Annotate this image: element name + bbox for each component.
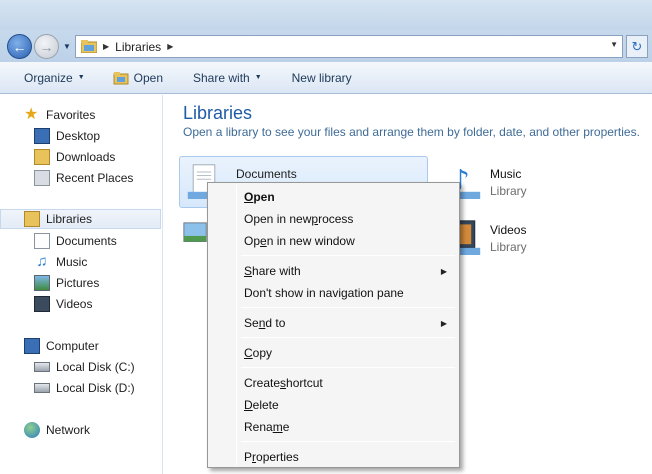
open-button[interactable]: Open <box>113 62 163 94</box>
menu-item-open-new-window[interactable]: Op e n in new window <box>210 230 457 252</box>
nav-label: Local Disk (D:) <box>56 381 135 395</box>
nav-label: Documents <box>56 234 117 248</box>
menu-separator <box>241 367 455 368</box>
downloads-folder-icon <box>34 149 50 165</box>
libraries-folder-icon <box>81 40 97 53</box>
new-library-label: New library <box>291 70 352 85</box>
address-bar[interactable]: ▶ Libraries ▶ ▼ <box>75 35 623 58</box>
network-globe-icon <box>24 422 40 438</box>
chevron-down-icon: ▼ <box>77 74 85 81</box>
organize-label: Organize <box>24 70 73 85</box>
menu-separator <box>241 337 455 338</box>
menu-item-rename[interactable]: Rena m e <box>210 416 457 438</box>
menu-separator <box>241 441 455 442</box>
menu-item-open[interactable]: Open <box>210 186 457 208</box>
star-icon: ★ <box>24 106 39 123</box>
nav-label: Recent Places <box>56 171 134 185</box>
title-bar <box>0 0 652 30</box>
nav-downloads[interactable]: Downloads <box>34 147 115 167</box>
menu-item-send-to[interactable]: Se n d to ▶ <box>210 312 457 334</box>
menu-separator <box>241 307 455 308</box>
nav-label: Network <box>46 423 91 437</box>
nav-documents[interactable]: Documents <box>34 231 117 251</box>
menu-item-open-new-process[interactable]: Open in new p rocess <box>210 208 457 230</box>
menu-separator <box>241 255 455 256</box>
hard-drive-icon <box>34 383 50 393</box>
nav-local-disk-c[interactable]: Local Disk (C:) <box>34 357 135 377</box>
menu-item-properties[interactable]: Pr operties <box>210 446 457 468</box>
menu-item-copy[interactable]: Copy <box>210 342 457 364</box>
nav-libraries[interactable]: Libraries <box>0 209 161 229</box>
pictures-icon <box>34 275 50 291</box>
nav-desktop[interactable]: Desktop <box>34 126 100 146</box>
menu-item-share-with[interactable]: Share with ▶ <box>210 260 457 282</box>
chevron-down-icon: ▼ <box>254 74 262 81</box>
refresh-icon: ↻ <box>631 38 643 54</box>
command-bar: Organize ▼ Open Share with ▼ New library <box>0 62 652 94</box>
context-menu: Open Open in new p rocess Op e n in new win… <box>207 182 460 468</box>
menu-item-create-shortcut[interactable]: Create s hortcut <box>210 372 457 394</box>
open-folder-icon <box>113 71 129 84</box>
forward-arrow-icon: → <box>39 38 54 55</box>
library-kind: Library <box>490 240 527 254</box>
new-library-button[interactable]: New library <box>292 62 352 94</box>
recent-places-icon <box>34 170 50 186</box>
hard-drive-icon <box>34 362 50 372</box>
library-name: Documents <box>236 167 297 181</box>
documents-icon <box>34 233 50 249</box>
nav-label: Desktop <box>56 129 101 143</box>
nav-label: Music <box>56 255 88 269</box>
back-button[interactable]: ← <box>7 34 32 59</box>
videos-filmstrip-icon <box>34 296 50 312</box>
nav-pictures[interactable]: Pictures <box>34 273 99 293</box>
nav-music[interactable]: ♫ Music <box>34 252 87 272</box>
refresh-button[interactable]: ↻ <box>626 35 648 58</box>
breadcrumb-libraries[interactable]: Libraries <box>115 40 161 54</box>
nav-label: Computer <box>46 339 99 353</box>
organize-button[interactable]: Organize ▼ <box>24 62 85 94</box>
share-with-button[interactable]: Share with ▼ <box>193 62 262 94</box>
library-kind: Library <box>490 184 527 198</box>
computer-icon <box>24 338 40 354</box>
nav-label: Videos <box>56 297 93 311</box>
address-row: ← → ▼ ▶ Libraries ▶ ▼ ↻ <box>0 30 652 62</box>
nav-recent-places[interactable]: Recent Places <box>34 168 133 188</box>
nav-label: Libraries <box>46 212 93 226</box>
share-with-label: Share with <box>193 70 250 85</box>
open-label: Open <box>133 70 163 85</box>
nav-label: Local Disk (C:) <box>56 360 135 374</box>
pictures-library-icon[interactable] <box>182 220 210 250</box>
back-arrow-icon: ← <box>12 38 27 55</box>
nav-videos[interactable]: Videos <box>34 294 92 314</box>
address-dropdown-icon[interactable]: ▼ <box>610 40 618 49</box>
breadcrumb-separator-icon[interactable]: ▶ <box>103 42 109 51</box>
menu-item-dont-show[interactable]: Don't show in navigation pane <box>210 282 457 304</box>
menu-item-delete[interactable]: Delete <box>210 394 457 416</box>
library-name: Videos <box>490 223 527 237</box>
libraries-folder-icon <box>24 211 40 227</box>
page-title: Libraries <box>183 103 253 123</box>
nav-label: Downloads <box>56 150 116 164</box>
breadcrumb-separator-icon[interactable]: ▶ <box>167 42 173 51</box>
library-name: Music <box>490 167 522 181</box>
nav-favorites[interactable]: ★ Favorites <box>24 105 95 125</box>
nav-local-disk-d[interactable]: Local Disk (D:) <box>34 378 135 398</box>
music-note-icon: ♫ <box>36 253 48 270</box>
recent-pages-dropdown-icon[interactable]: ▼ <box>63 42 71 51</box>
nav-label: Pictures <box>56 276 100 290</box>
submenu-arrow-icon: ▶ <box>440 266 447 276</box>
submenu-arrow-icon: ▶ <box>440 318 447 328</box>
page-subtitle: Open a library to see your files and arr… <box>183 125 640 139</box>
nav-computer[interactable]: Computer <box>24 336 99 356</box>
nav-network[interactable]: Network <box>24 420 90 440</box>
nav-label: Favorites <box>46 108 96 122</box>
desktop-icon <box>34 128 50 144</box>
forward-button[interactable]: → <box>34 34 59 59</box>
navigation-pane: ★ Favorites Desktop Downloads Recent Pla… <box>0 95 163 474</box>
